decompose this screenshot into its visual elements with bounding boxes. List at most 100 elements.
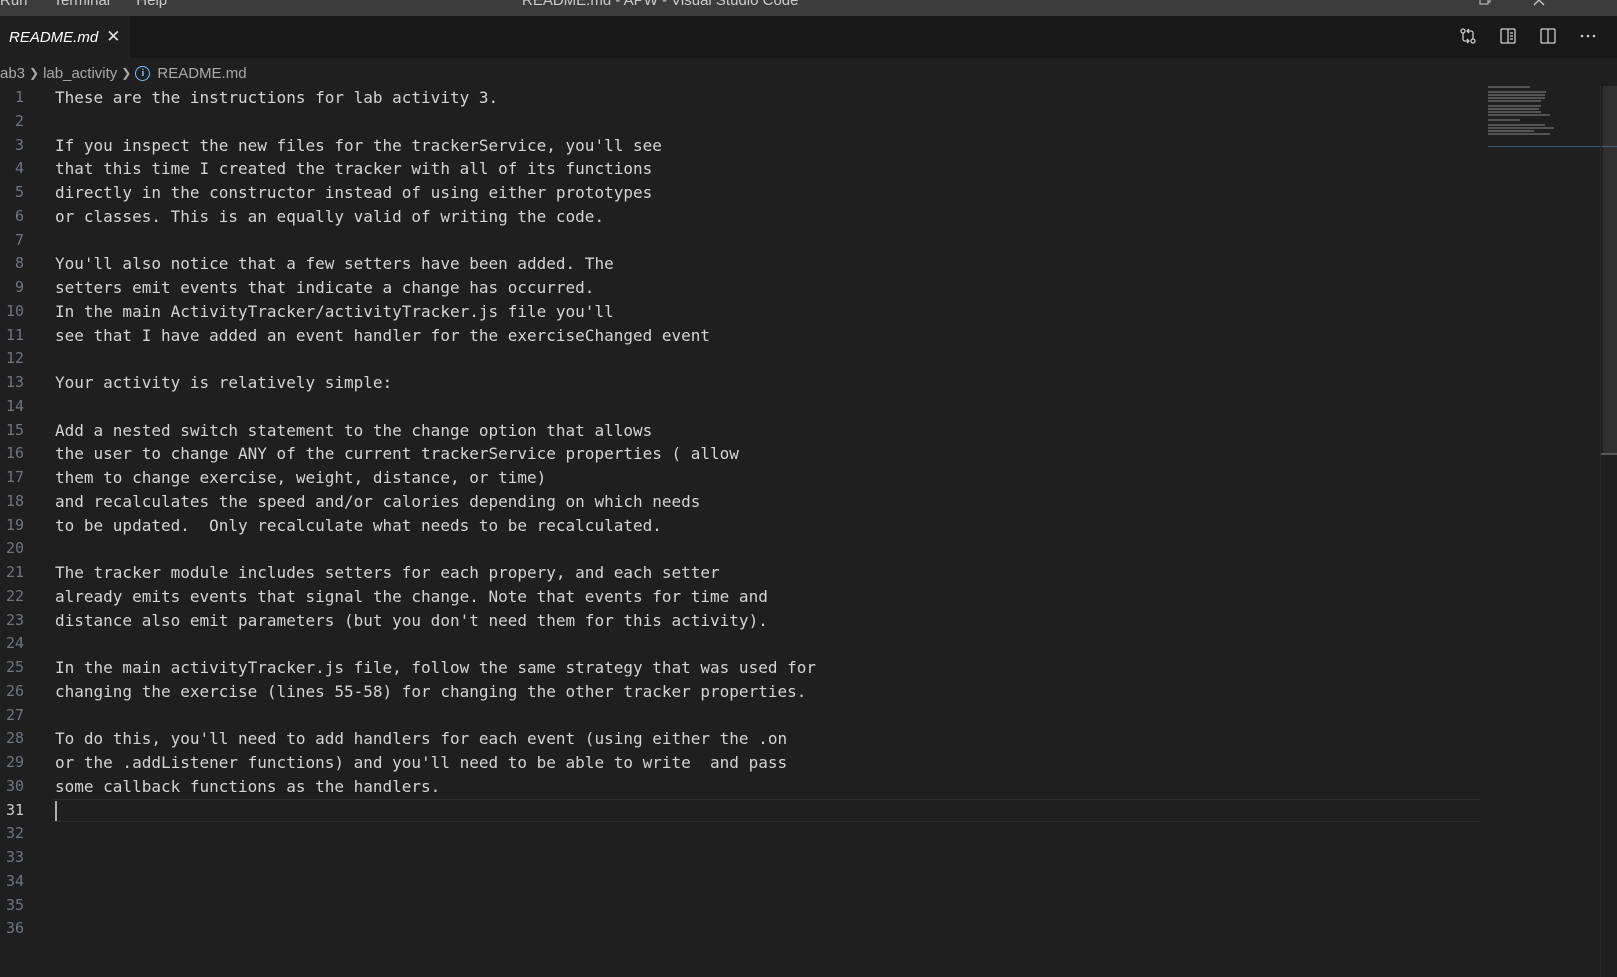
code-line[interactable]: 17 them to change exercise, weight, dista…: [0, 466, 1480, 490]
code-line[interactable]: 13 Your activity is relatively simple:: [0, 371, 1480, 395]
scrollbar-thumb[interactable]: [1603, 86, 1617, 454]
split-editor-icon[interactable]: [1537, 25, 1559, 47]
code-line[interactable]: 32: [0, 822, 1480, 846]
code-line[interactable]: 6 or classes. This is an equally valid of…: [0, 205, 1480, 229]
line-text: directly in the constructor instead of u…: [55, 183, 653, 202]
editor-actions: [1457, 25, 1599, 47]
line-text: to be updated. Only recalculate what nee…: [55, 515, 662, 535]
line-number: 21: [5, 563, 24, 581]
line-text: that this time I created the tracker wit…: [55, 159, 653, 179]
menu-help[interactable]: Help: [136, 0, 167, 9]
line-number: 15: [5, 420, 24, 439]
chevron-right-icon: ❯: [121, 66, 132, 80]
code-line[interactable]: 15 Add a nested switch statement to the c…: [0, 419, 1480, 443]
close-icon[interactable]: ✕: [106, 28, 120, 46]
code-line[interactable]: 1 These are the instructions for lab acti…: [0, 86, 1480, 110]
code-line[interactable]: 24: [0, 632, 1480, 656]
minimap-line: [1488, 91, 1546, 93]
restore-window-icon[interactable]: [1478, 0, 1492, 10]
line-number: 19: [5, 515, 24, 534]
code-line[interactable]: 3 If you inspect the new files for the tr…: [0, 134, 1480, 158]
code-line[interactable]: 20: [0, 537, 1480, 561]
code-line[interactable]: 5 directly in the constructor instead of …: [0, 181, 1480, 205]
code-line[interactable]: 27: [0, 704, 1480, 728]
line-number: 25: [5, 658, 24, 676]
code-line[interactable]: 12: [0, 347, 1480, 371]
code-line[interactable]: 18 and recalculates the speed and/or calo…: [0, 490, 1480, 514]
line-text: setters emit events that indicate a chan…: [55, 278, 595, 297]
line-text: some callback functions as the handlers.: [55, 776, 441, 796]
line-text: changing the exercise (lines 55-58) for …: [55, 681, 807, 701]
code-line[interactable]: 22 already emits events that signal the c…: [0, 585, 1480, 609]
code-line[interactable]: 36: [0, 917, 1480, 941]
code-line[interactable]: 7: [0, 229, 1480, 253]
minimap-line: [1488, 114, 1550, 116]
open-changes-icon[interactable]: [1457, 25, 1479, 47]
code-line[interactable]: 31: [0, 798, 1480, 823]
breadcrumb: ab3 ❯ lab_activity ❯ i README.md: [0, 58, 1617, 88]
line-number: 36: [5, 919, 24, 938]
line-number: 7: [14, 230, 24, 249]
line-number: 10: [5, 301, 24, 320]
code-line[interactable]: 14: [0, 395, 1480, 419]
line-number: 30: [5, 776, 24, 795]
line-number: 11: [5, 325, 24, 344]
tab-readme[interactable]: README.md ✕: [0, 16, 130, 58]
minimap-line: [1488, 119, 1520, 121]
code-line[interactable]: 30 some callback functions as the handler…: [0, 775, 1480, 799]
minimap-line: [1488, 94, 1545, 96]
code-line[interactable]: 33: [0, 846, 1480, 870]
code-line[interactable]: 26 changing the exercise (lines 55-58) fo…: [0, 680, 1480, 704]
line-number: 17: [5, 468, 24, 486]
vertical-scrollbar[interactable]: [1600, 86, 1617, 977]
code-line[interactable]: 4 that this time I created the tracker wi…: [0, 157, 1480, 181]
more-actions-icon[interactable]: [1577, 25, 1599, 47]
line-number: 26: [5, 681, 24, 700]
menu-terminal[interactable]: Terminal: [53, 0, 110, 9]
code-line[interactable]: 29 or the .addListener functions) and you…: [0, 751, 1480, 775]
open-preview-icon[interactable]: [1497, 25, 1519, 47]
minimap-viewport-line: [1488, 146, 1617, 147]
code-line[interactable]: 21 The tracker module includes setters fo…: [0, 561, 1480, 585]
code-line[interactable]: 9 setters emit events that indicate a cha…: [0, 276, 1480, 300]
minimap-line: [1488, 108, 1539, 110]
code-line[interactable]: 19 to be updated. Only recalculate what n…: [0, 514, 1480, 538]
line-number: 3: [14, 135, 24, 154]
line-text: them to change exercise, weight, distanc…: [55, 468, 547, 487]
line-number: 28: [5, 729, 24, 748]
code-line[interactable]: 35: [0, 894, 1480, 918]
minimap-line: [1488, 86, 1530, 88]
minimap[interactable]: [1488, 86, 1617, 148]
breadcrumb-file[interactable]: README.md: [157, 65, 246, 82]
breadcrumb-folder[interactable]: lab_activity: [43, 65, 117, 82]
code-line[interactable]: 2: [0, 110, 1480, 134]
menu-run[interactable]: Run: [0, 0, 28, 9]
code-line[interactable]: 23 distance also emit parameters (but you…: [0, 609, 1480, 633]
line-number: 24: [5, 634, 24, 653]
code-line[interactable]: 16 the user to change ANY of the current …: [0, 442, 1480, 466]
code-line[interactable]: 11 see that I have added an event handler…: [0, 324, 1480, 348]
code-line[interactable]: 25 In the main activityTracker.js file, f…: [0, 656, 1480, 680]
editor-text-area[interactable]: 1 These are the instructions for lab acti…: [0, 86, 1480, 977]
close-window-icon[interactable]: [1531, 0, 1547, 12]
line-text: These are the instructions for lab activ…: [55, 88, 499, 107]
line-number: 16: [5, 444, 24, 463]
line-number: 6: [14, 206, 24, 225]
code-line[interactable]: 10 In the main ActivityTracker/activityTr…: [0, 300, 1480, 324]
line-number: 34: [5, 871, 24, 890]
code-line[interactable]: 28 To do this, you'll need to add handler…: [0, 727, 1480, 751]
line-number: 13: [5, 373, 24, 391]
line-number: 1: [14, 88, 24, 106]
line-text: distance also emit parameters (but you d…: [55, 610, 768, 630]
code-line[interactable]: 34: [0, 870, 1480, 894]
code-line[interactable]: 8 You'll also notice that a few setters h…: [0, 252, 1480, 276]
breadcrumb-root[interactable]: ab3: [0, 65, 25, 82]
minimap-line: [1488, 133, 1550, 135]
line-text: Your activity is relatively simple:: [55, 373, 393, 392]
minimap-line: [1488, 127, 1554, 129]
tab-bar: README.md ✕: [0, 16, 1617, 58]
line-number: 33: [5, 848, 24, 866]
line-number: 32: [5, 824, 24, 843]
line-number: 5: [14, 183, 24, 201]
minimap-line: [1488, 130, 1534, 132]
